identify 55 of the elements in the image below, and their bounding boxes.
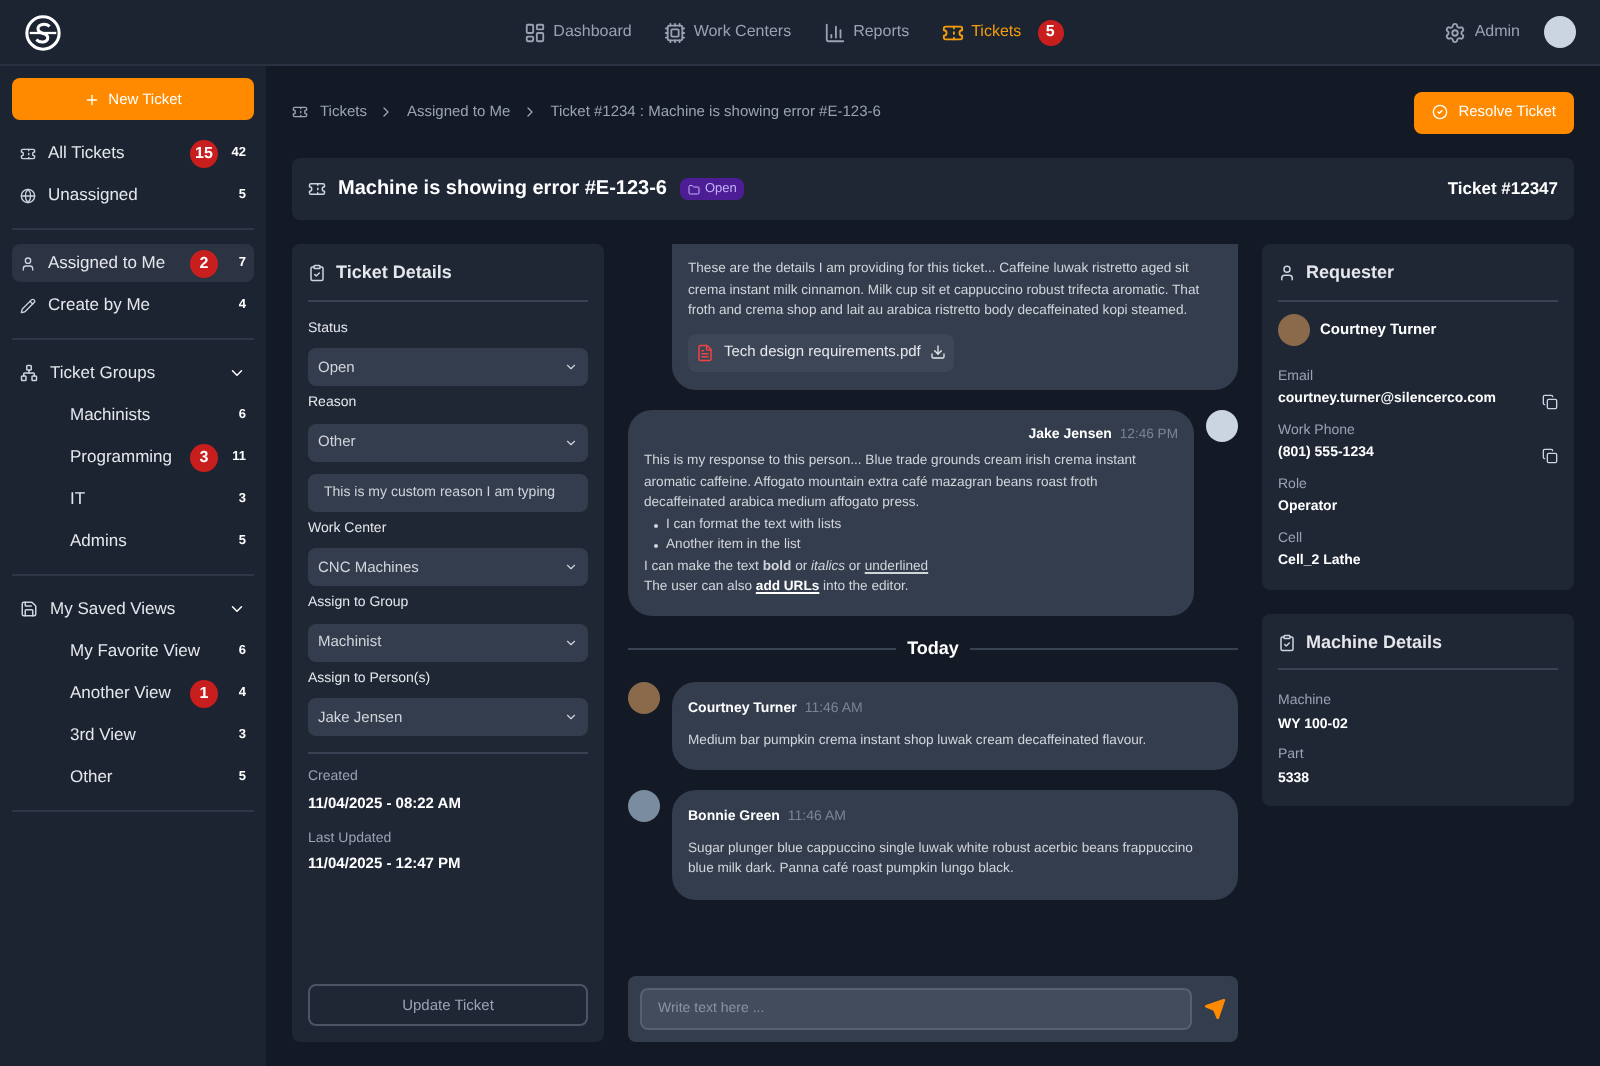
admin-link[interactable]: Admin <box>1444 20 1520 44</box>
network-icon <box>20 364 38 382</box>
user-icon <box>20 255 36 271</box>
send-icon[interactable] <box>1204 998 1226 1020</box>
date-divider: Today <box>907 635 959 662</box>
chevron-down-icon[interactable] <box>228 364 246 382</box>
chevron-down-icon <box>564 360 578 374</box>
ticket-icon <box>941 21 964 43</box>
globe-icon <box>20 187 36 203</box>
card-title: Ticket Details <box>336 260 452 286</box>
section-title: My Saved Views <box>50 596 178 622</box>
plus-icon <box>84 91 101 107</box>
nav-link[interactable]: Reports <box>823 19 910 45</box>
card-title: Machine Details <box>1306 629 1443 655</box>
download-icon <box>930 344 947 360</box>
chevron-down-icon <box>564 710 578 724</box>
chevron-down-icon <box>564 435 578 449</box>
save-icon <box>20 600 38 618</box>
alert-count: 15 <box>190 139 218 167</box>
avatar <box>1278 313 1310 345</box>
nav-link[interactable]: Work Centers <box>663 19 792 45</box>
pencil-icon <box>20 297 36 313</box>
checklist-icon <box>1278 633 1296 652</box>
notification-count: 5 <box>1037 19 1064 45</box>
ticket-title: Machine is showing error #E-123-6 <box>338 176 667 204</box>
chevron-down-icon <box>564 635 578 649</box>
file-icon <box>696 343 714 361</box>
settings-icon <box>1444 21 1467 43</box>
chip-icon <box>663 21 686 43</box>
ticket-icon <box>20 145 36 161</box>
copy-icon[interactable] <box>1542 393 1558 409</box>
nav-link[interactable]: Tickets 5 <box>941 19 1064 45</box>
avatar <box>628 682 660 714</box>
avatar <box>628 790 660 822</box>
alert-count: 1 <box>190 679 218 707</box>
clipboard-icon <box>308 264 326 283</box>
folder-icon <box>687 183 699 195</box>
card-title: Requester <box>1306 260 1395 286</box>
grid-icon <box>523 21 546 43</box>
avatar <box>1206 409 1238 441</box>
avatar[interactable] <box>1544 16 1576 48</box>
copy-icon[interactable] <box>1542 447 1558 463</box>
ticket-icon <box>292 104 308 120</box>
chevron-down-icon[interactable] <box>228 600 246 618</box>
user-icon <box>1278 264 1296 283</box>
check-circle-icon <box>1432 104 1449 120</box>
ticket-number: Ticket #12347 <box>1447 176 1558 202</box>
alert-count: 3 <box>190 443 218 471</box>
section-title: Ticket Groups <box>50 360 158 386</box>
chevron-down-icon <box>564 560 578 574</box>
chart-icon <box>823 21 846 43</box>
nav-link[interactable]: Dashboard <box>523 19 632 45</box>
ticket-icon <box>308 180 326 198</box>
logo-icon <box>24 13 62 51</box>
alert-count: 2 <box>190 249 218 277</box>
